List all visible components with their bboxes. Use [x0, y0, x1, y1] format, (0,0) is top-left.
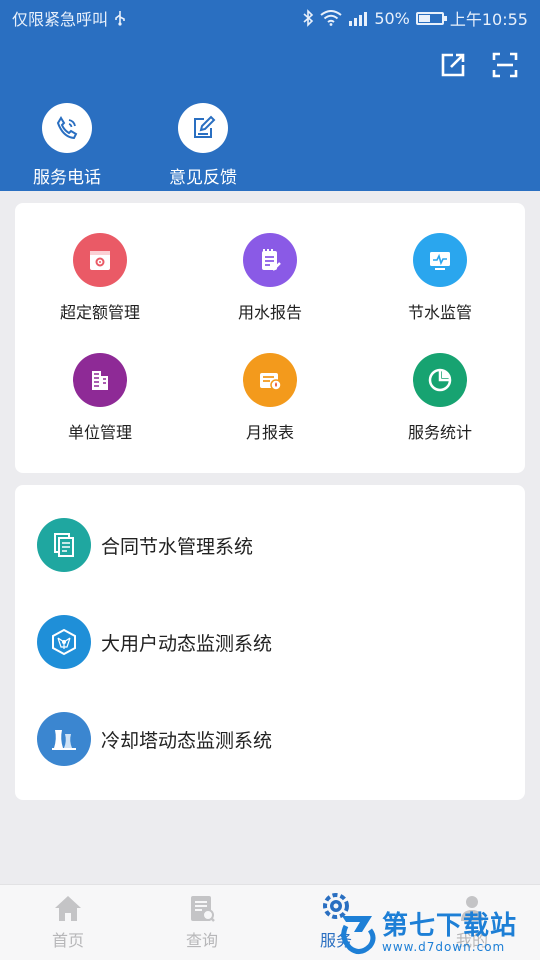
system-list: 合同节水管理系统 大用户动态监测系统 冷却塔动态监测系统: [15, 485, 525, 800]
list-item-contract-water[interactable]: 合同节水管理系统: [37, 518, 253, 572]
nav-query[interactable]: 查询: [162, 893, 242, 951]
grid-item-label: 用水报告: [237, 303, 302, 322]
list-item-label: 冷却塔动态监测系统: [101, 729, 273, 752]
feedback-icon: [178, 103, 228, 153]
function-grid: 超定额管理 用水报告 节水监管 单位管理 月报表 服务统计: [15, 203, 525, 473]
grid-item-label: 超定额管理: [59, 303, 140, 322]
wifi-icon: [320, 10, 342, 26]
grid-item-label: 服务统计: [407, 423, 472, 442]
battery-percent: 50%: [374, 8, 410, 28]
watermark-url: www.d7down.com: [382, 940, 506, 954]
app-header: 仅限紧急呼叫 50% 上午10:55 服务电话 意见反馈: [0, 0, 540, 191]
report-icon: [243, 353, 297, 407]
list-item-label: 大用户动态监测系统: [101, 632, 273, 655]
share-icon: [441, 53, 465, 77]
share-button[interactable]: [438, 50, 468, 80]
grid-item-label: 节水监管: [407, 303, 472, 322]
carrier-text: 仅限紧急呼叫: [12, 10, 109, 29]
cooling-tower-icon: [37, 712, 91, 766]
notepad-icon: [243, 233, 297, 287]
status-bar: 仅限紧急呼叫 50% 上午10:55: [0, 0, 540, 36]
nav-label: 查询: [185, 931, 218, 950]
usb-icon: [114, 10, 126, 26]
list-item-label: 合同节水管理系统: [101, 535, 254, 558]
d7-logo-icon: [341, 916, 376, 954]
grid-item-label: 月报表: [245, 423, 294, 442]
network-icon: [37, 615, 91, 669]
bluetooth-icon: [302, 9, 314, 27]
list-item-large-user-monitor[interactable]: 大用户动态监测系统: [37, 615, 272, 669]
grid-item-water-supervision[interactable]: 节水监管: [355, 233, 525, 323]
watermark-title: 第七下载站: [382, 911, 518, 941]
list-item-cooling-tower-monitor[interactable]: 冷却塔动态监测系统: [37, 712, 272, 766]
battery-icon: [415, 11, 447, 25]
pie-chart-icon: [413, 353, 467, 407]
grid-item-monthly-report[interactable]: 月报表: [185, 353, 355, 443]
grid-item-unit-management[interactable]: 单位管理: [15, 353, 185, 443]
phone-icon: [42, 103, 92, 153]
signal-icon: [348, 10, 368, 26]
grid-item-label: 单位管理: [67, 423, 132, 442]
monitor-icon: [413, 233, 467, 287]
feedback-label: 意见反馈: [169, 168, 237, 188]
site-watermark: 第七下载站 www.d7down.com: [338, 906, 540, 960]
header-actions: [438, 50, 520, 80]
grid-item-service-stats[interactable]: 服务统计: [355, 353, 525, 443]
scan-button[interactable]: [490, 50, 520, 80]
nav-label: 首页: [51, 931, 84, 950]
feedback-button[interactable]: 意见反馈: [148, 103, 258, 188]
query-icon: [191, 896, 215, 922]
grid-item-water-report[interactable]: 用水报告: [185, 233, 355, 323]
home-icon: [55, 896, 81, 921]
service-phone-button[interactable]: 服务电话: [12, 103, 122, 188]
nav-home[interactable]: 首页: [28, 893, 108, 951]
building-icon: [73, 353, 127, 407]
grid-item-over-quota[interactable]: 超定额管理: [15, 233, 185, 323]
calendar-gear-icon: [73, 233, 127, 287]
clock: 上午10:55: [449, 10, 528, 29]
documents-icon: [37, 518, 91, 572]
service-phone-label: 服务电话: [33, 168, 101, 188]
scan-icon: [492, 52, 518, 78]
